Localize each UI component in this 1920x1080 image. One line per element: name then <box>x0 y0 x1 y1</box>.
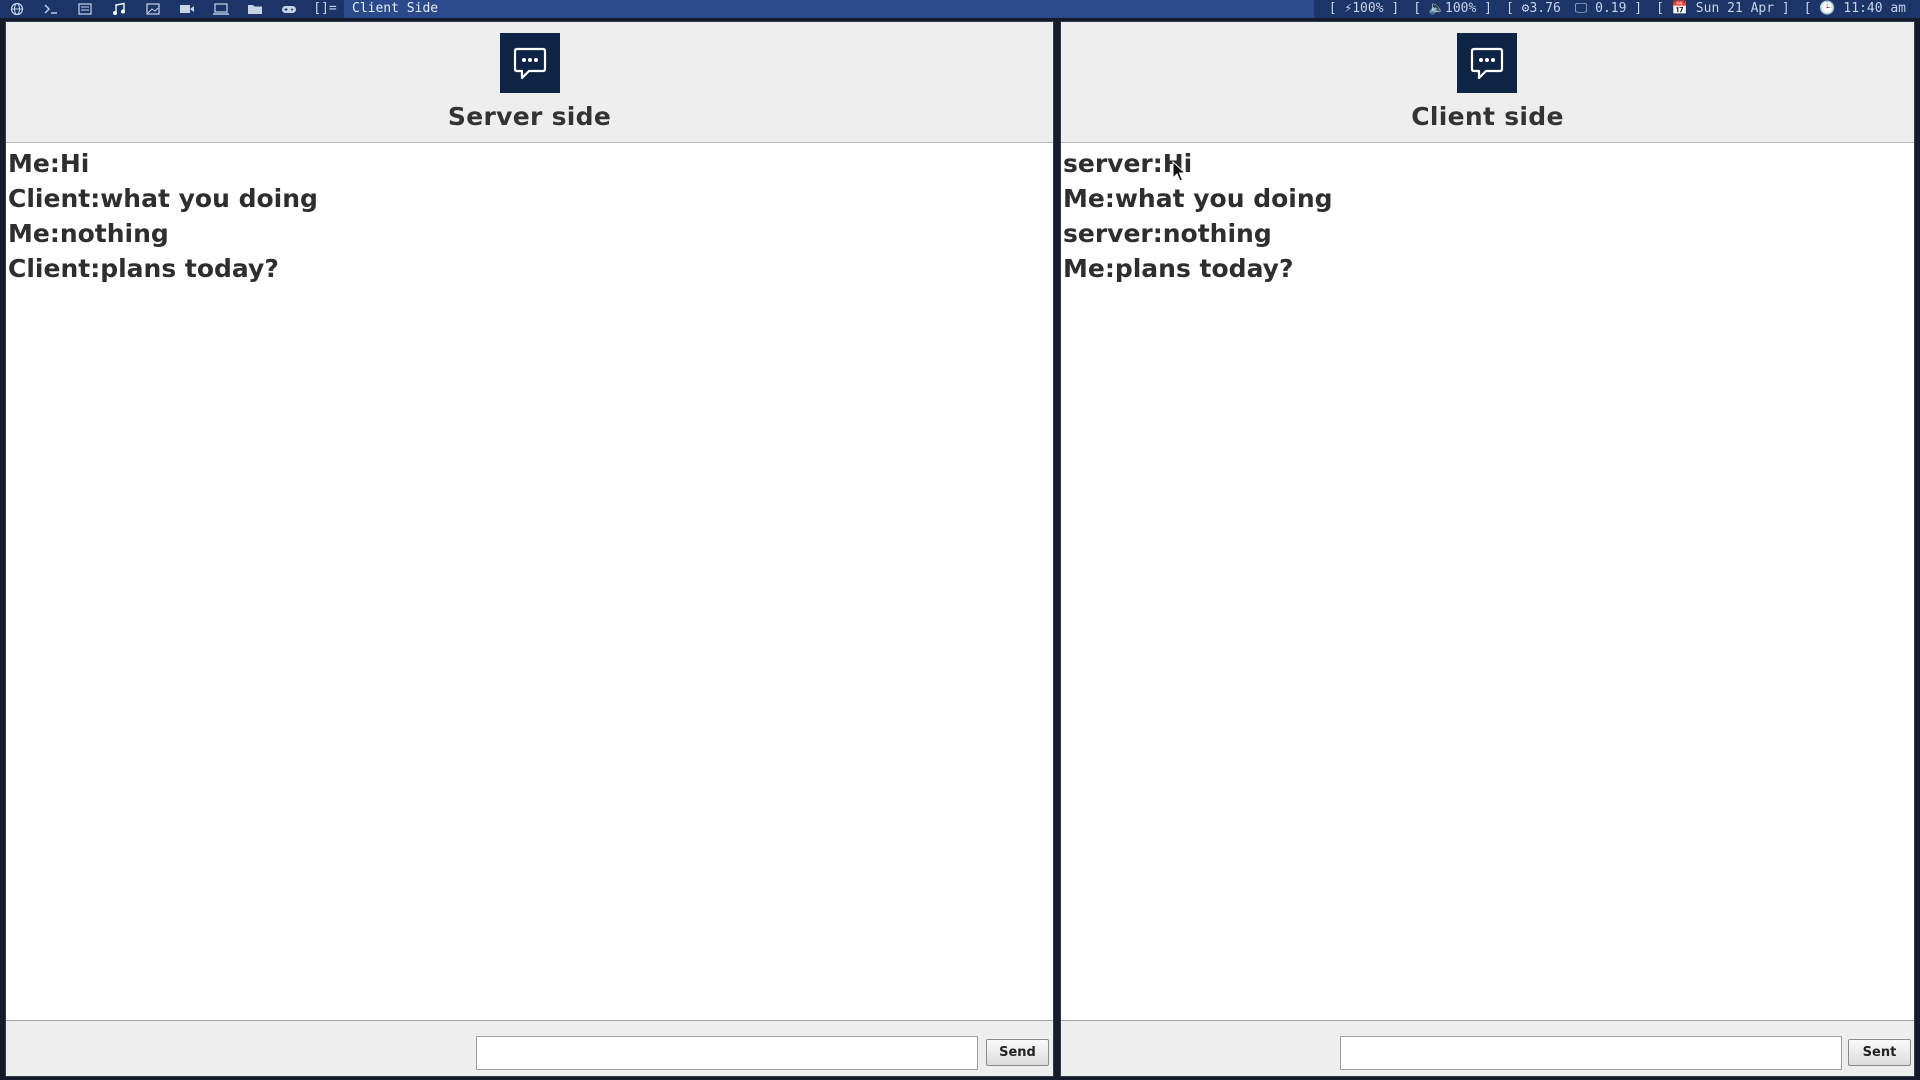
image-icon[interactable] <box>136 0 170 18</box>
message-line: Client:plans today? <box>8 254 279 283</box>
gamepad-icon[interactable] <box>272 0 306 18</box>
date-status: [ 📅 Sun 21 Apr ] <box>1656 1 1790 16</box>
layout-indicator[interactable]: []= <box>306 0 344 18</box>
input-footer: Sent <box>1061 1021 1914 1076</box>
folder-icon[interactable] <box>238 0 272 18</box>
load-status: 🖵 0.19 ] <box>1574 1 1643 16</box>
globe-icon[interactable] <box>0 0 34 18</box>
client-chat-window: Client side server:Hi Me:what you doing … <box>1060 21 1915 1077</box>
message-line: server:Hi <box>1063 149 1193 178</box>
message-input[interactable] <box>476 1036 978 1070</box>
workspace-icons <box>0 0 306 18</box>
message-line: Me:nothing <box>8 219 169 248</box>
window-header: Client side <box>1061 22 1914 142</box>
music-icon[interactable] <box>102 0 136 18</box>
message-line: Me:what you doing <box>1063 184 1333 213</box>
chat-bubble-icon <box>500 33 560 93</box>
message-area[interactable]: server:Hi Me:what you doing server:nothi… <box>1061 143 1914 1021</box>
top-status-bar: []= Client Side [ ⚡100% ] [ 🔈100% ] [ ⚙3… <box>0 0 1920 18</box>
video-icon[interactable] <box>170 0 204 18</box>
send-button[interactable]: Send <box>986 1039 1049 1066</box>
battery-status: [ ⚡100% ] <box>1328 1 1400 16</box>
message-line: Client:what you doing <box>8 184 318 213</box>
focused-window-title: Client Side <box>344 0 1314 18</box>
server-chat-window: Server side Me:Hi Client:what you doing … <box>5 21 1054 1077</box>
mouse-pointer-icon <box>1172 161 1186 182</box>
sent-button[interactable]: Sent <box>1848 1039 1911 1066</box>
message-area[interactable]: Me:Hi Client:what you doing Me:nothing C… <box>6 143 1053 1021</box>
files-icon[interactable] <box>68 0 102 18</box>
chat-bubble-icon <box>1457 33 1517 93</box>
window-header: Server side <box>6 22 1053 142</box>
message-input[interactable] <box>1340 1036 1842 1070</box>
message-line: Me:Hi <box>8 149 90 178</box>
window-title: Client side <box>1411 102 1564 131</box>
volume-status: [ 🔈100% ] <box>1413 1 1492 16</box>
clock-status: [ 🕒 11:40 am <box>1803 1 1906 16</box>
cpu-status: [ ⚙3.76 <box>1506 1 1561 16</box>
system-status: [ ⚡100% ] [ 🔈100% ] [ ⚙3.76 🖵 0.19 ] [ 📅… <box>1329 0 1920 18</box>
message-line: server:nothing <box>1063 219 1272 248</box>
terminal-icon[interactable] <box>34 0 68 18</box>
monitor-icon[interactable] <box>204 0 238 18</box>
input-footer: Send <box>6 1021 1053 1076</box>
message-line: Me:plans today? <box>1063 254 1294 283</box>
window-title: Server side <box>447 102 612 131</box>
